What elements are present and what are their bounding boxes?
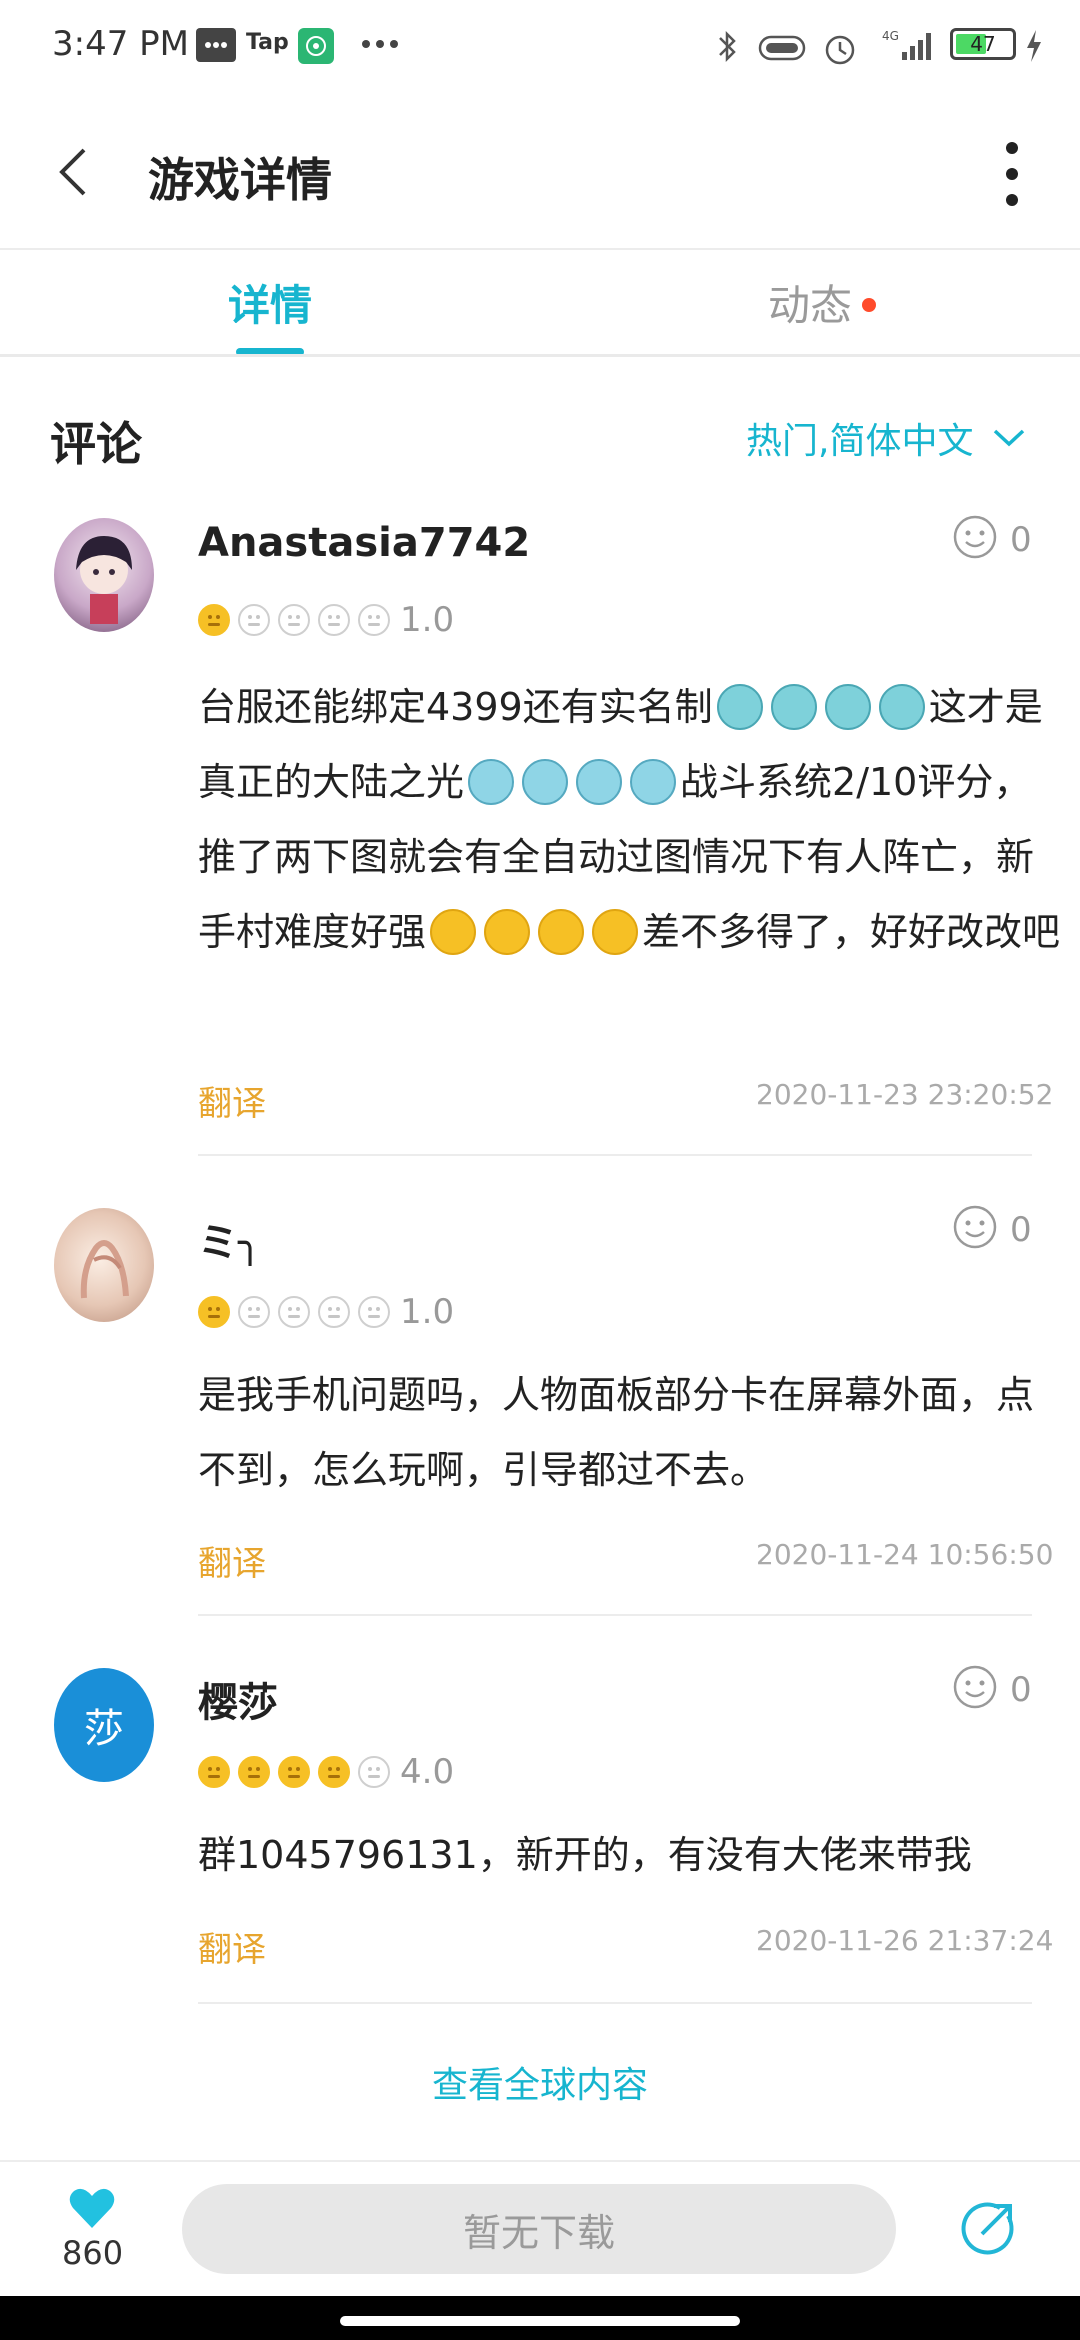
rating-face-icon <box>238 1756 270 1788</box>
smile-like-icon[interactable] <box>952 514 998 560</box>
translate-link[interactable]: 翻译 <box>198 1536 266 1585</box>
tap-app-icon: Tap <box>246 30 289 55</box>
rating-face-icon <box>198 1296 230 1328</box>
rating-face-icon <box>198 604 230 636</box>
comments-title: 评论 <box>50 417 142 471</box>
download-button[interactable]: 暂无下载 <box>182 2184 896 2274</box>
share-icon[interactable] <box>960 2200 1016 2256</box>
review-text: 台服还能绑定4399还有实名制 这才是真正的大陆之光 战斗系统2/10评分，推了两下… <box>198 670 1068 970</box>
app-bar-divider <box>0 248 1080 250</box>
chevron-down-icon <box>994 429 1025 447</box>
rating: 4.0 <box>198 1752 455 1792</box>
username[interactable]: 樱莎 <box>198 1670 278 1728</box>
emoji-icon <box>630 758 677 805</box>
tab-activity[interactable]: 动态 <box>768 272 852 333</box>
translate-link[interactable]: 翻译 <box>198 1076 266 1125</box>
like-count: 0 <box>1010 1210 1032 1250</box>
page-title: 游戏详情 <box>148 153 332 207</box>
rating: 1.0 <box>198 600 455 640</box>
rating-face-icon <box>198 1756 230 1788</box>
emoji-icon <box>576 758 623 805</box>
notification-dot <box>862 298 876 312</box>
like-count: 0 <box>1010 1670 1032 1710</box>
smile-like-icon[interactable] <box>952 1664 998 1710</box>
view-global-link[interactable]: 查看全球内容 <box>0 2056 1080 2108</box>
podcast-icon <box>298 28 334 64</box>
emoji-icon <box>522 758 569 805</box>
emoji-icon <box>716 683 763 730</box>
favorite-count: 860 <box>62 2234 124 2272</box>
rating-face-icon <box>238 1296 270 1328</box>
rating-face-icon <box>238 604 270 636</box>
back-arrow-icon[interactable] <box>44 138 100 206</box>
review-text: 群1045796131，新开的，有没有大佬来带我 <box>198 1833 972 1877</box>
emoji-icon <box>484 908 531 955</box>
status-bar: 3:47 PM Tap 4G 47 <box>0 0 1080 96</box>
rating-face-icon <box>358 1296 390 1328</box>
rating-face-icon <box>318 1296 350 1328</box>
tab-details[interactable]: 详情 <box>228 272 312 333</box>
tabs-divider <box>0 354 1080 357</box>
signal-icon: 4G <box>880 28 936 64</box>
rating-face-icon <box>358 1756 390 1788</box>
username[interactable]: Anastasia7742 <box>198 520 530 566</box>
rating-face-icon <box>318 1756 350 1788</box>
emoji-icon <box>878 683 925 730</box>
dots-icon <box>360 26 400 56</box>
review-text: 是我手机问题吗，人物面板部分卡在屏幕外面，点不到，怎么玩啊，引导都过不去。 <box>198 1373 1035 1492</box>
timestamp: 2020-11-23 23:20:52 <box>756 1078 1054 1111</box>
status-time: 3:47 PM <box>52 24 189 64</box>
emoji-icon <box>592 908 639 955</box>
battery-icon: 47 <box>950 28 1016 60</box>
avatar[interactable] <box>54 1208 154 1322</box>
alarm-icon <box>820 28 860 68</box>
heart-icon[interactable] <box>68 2186 116 2230</box>
avatar[interactable] <box>54 518 154 632</box>
timestamp: 2020-11-26 21:37:24 <box>756 1924 1054 1957</box>
filter-label: 热门,简体中文 <box>746 421 974 462</box>
username[interactable]: ミ╮ <box>198 1210 262 1268</box>
card-divider <box>198 1154 1032 1156</box>
emoji-icon <box>430 908 477 955</box>
avatar[interactable]: 莎 <box>54 1668 154 1782</box>
charging-icon <box>1024 28 1044 64</box>
card-divider <box>198 1614 1032 1616</box>
emoji-icon <box>538 908 585 955</box>
rating-face-icon <box>318 604 350 636</box>
emoji-icon <box>824 683 871 730</box>
home-indicator[interactable] <box>340 2316 740 2326</box>
review-text-segment: 台服还能绑定4399还有实名制 <box>198 685 713 729</box>
like-count: 0 <box>1010 520 1032 560</box>
bluetooth-icon <box>712 28 742 66</box>
vibrate-icon <box>756 28 808 66</box>
timestamp: 2020-11-24 10:56:50 <box>756 1538 1054 1571</box>
rating-value: 4.0 <box>400 1752 455 1792</box>
emoji-icon <box>770 683 817 730</box>
rating-value: 1.0 <box>400 1292 455 1332</box>
rating-face-icon <box>358 604 390 636</box>
svg-text:4G: 4G <box>882 29 899 43</box>
smile-like-icon[interactable] <box>952 1204 998 1250</box>
rating-value: 1.0 <box>400 600 455 640</box>
rating: 1.0 <box>198 1292 455 1332</box>
message-icon <box>196 28 236 62</box>
rating-face-icon <box>278 604 310 636</box>
card-divider <box>198 2002 1032 2004</box>
review-text-segment: 差不多得了，好好改改吧 <box>642 910 1061 954</box>
emoji-icon <box>468 758 515 805</box>
translate-link[interactable]: 翻译 <box>198 1922 266 1971</box>
comments-filter[interactable]: 热门,简体中文 <box>746 412 1027 464</box>
more-vertical-icon[interactable] <box>1000 138 1024 210</box>
rating-face-icon <box>278 1296 310 1328</box>
rating-face-icon <box>278 1756 310 1788</box>
